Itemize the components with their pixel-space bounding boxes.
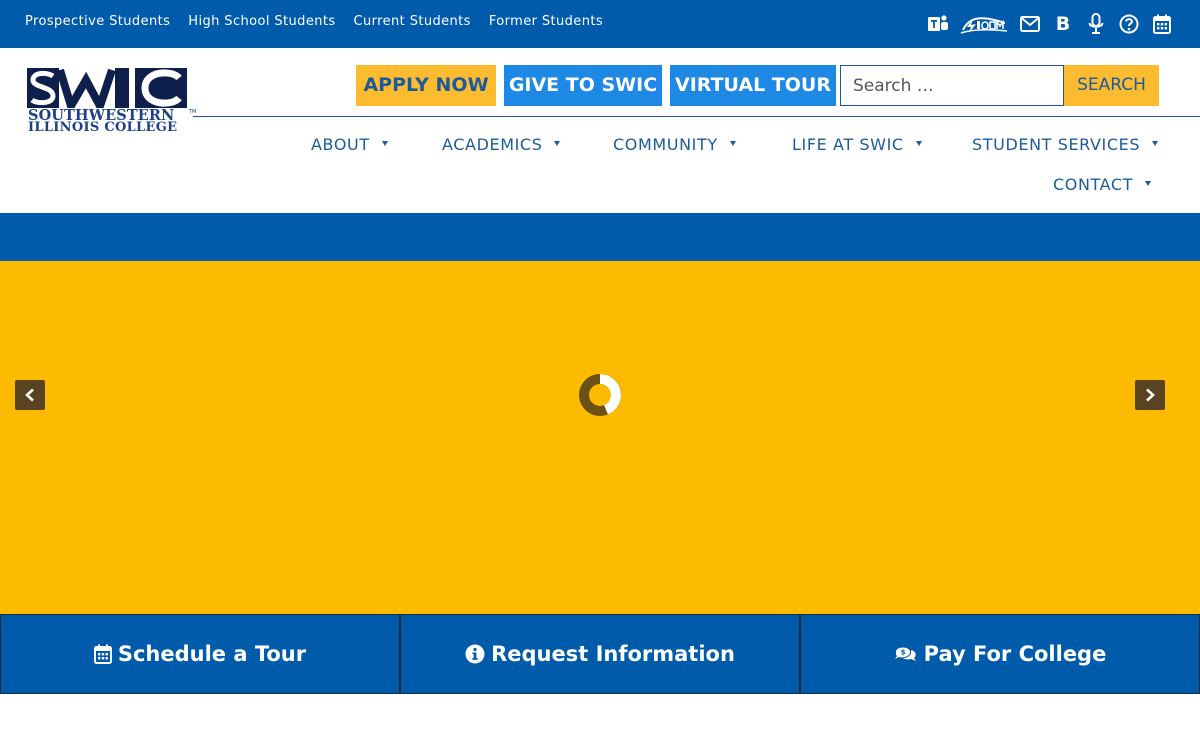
pay-for-college-button[interactable]: $ Pay For College [800, 614, 1200, 694]
current-students-link[interactable]: Current Students [354, 14, 471, 29]
give-to-swic-button[interactable]: GIVE TO SWIC [504, 65, 662, 106]
swic-logo[interactable]: SOUTHWESTERN TM ILLINOIS COLLEGE [27, 68, 197, 136]
calendar-icon [93, 644, 112, 664]
chevron-right-icon [1146, 388, 1155, 402]
chevron-down-icon [729, 141, 736, 146]
logo-text-illinois-college: ILLINOIS COLLEGE [28, 120, 178, 135]
help-icon[interactable] [1117, 12, 1141, 36]
quick-actions: Schedule a Tour Request Information $ Pa… [0, 614, 1200, 694]
high-school-students-link[interactable]: High School Students [188, 14, 335, 29]
nav-about[interactable]: ABOUT [311, 133, 388, 157]
chevron-down-icon [554, 141, 561, 146]
virtual-tour-button[interactable]: VIRTUAL TOUR [670, 65, 836, 106]
request-information-label: Request Information [491, 642, 735, 666]
chevron-down-icon [1152, 141, 1159, 146]
blackboard-icon[interactable]: B [1051, 12, 1075, 36]
slider-next-button[interactable] [1135, 380, 1165, 410]
utility-bar: Prospective Students High School Student… [0, 0, 1200, 48]
prospective-students-link[interactable]: Prospective Students [25, 14, 170, 29]
swic-logo-mark [27, 68, 187, 108]
search-button[interactable]: SEARCH [1064, 65, 1159, 106]
pay-for-college-label: Pay For College [923, 642, 1107, 666]
hero-slider [0, 261, 1200, 615]
nav-life-at-swic-label: LIFE AT SWIC [792, 135, 904, 154]
teams-icon[interactable] [926, 12, 950, 36]
blue-band [0, 213, 1200, 261]
site-header: SOUTHWESTERN TM ILLINOIS COLLEGE APPLY N… [0, 48, 1200, 213]
search-input[interactable] [840, 65, 1064, 106]
header-divider [193, 116, 1200, 117]
former-students-link[interactable]: Former Students [489, 14, 603, 29]
nav-about-label: ABOUT [311, 135, 370, 154]
chevron-down-icon [381, 141, 388, 146]
email-icon[interactable] [1018, 12, 1042, 36]
chevron-left-icon [25, 388, 34, 402]
audience-links: Prospective Students High School Student… [25, 14, 621, 29]
calendar-icon[interactable] [1150, 12, 1174, 36]
podcast-icon[interactable] [1084, 12, 1108, 36]
nav-contact[interactable]: CONTACT [1053, 173, 1152, 197]
svg-text:$: $ [900, 649, 905, 657]
logo-trademark: TM [189, 109, 197, 115]
info-icon [465, 644, 485, 664]
nav-student-services[interactable]: STUDENT SERVICES [972, 133, 1159, 157]
slider-prev-button[interactable] [15, 380, 45, 410]
nav-student-services-label: STUDENT SERVICES [972, 135, 1141, 154]
storm-icon[interactable] [959, 12, 1009, 36]
nav-community[interactable]: COMMUNITY [613, 133, 736, 157]
spinner-icon [579, 374, 621, 416]
nav-academics[interactable]: ACADEMICS [442, 133, 561, 157]
chevron-down-icon [1145, 181, 1152, 186]
nav-community-label: COMMUNITY [613, 135, 718, 154]
chevron-down-icon [915, 141, 922, 146]
apply-now-button[interactable]: APPLY NOW [356, 65, 496, 106]
schedule-tour-label: Schedule a Tour [117, 642, 307, 666]
money-chat-icon: $ [894, 644, 918, 664]
nav-academics-label: ACADEMICS [442, 135, 543, 154]
nav-life-at-swic[interactable]: LIFE AT SWIC [792, 133, 922, 157]
request-information-button[interactable]: Request Information [400, 614, 800, 694]
quick-tools: B [917, 12, 1174, 36]
nav-contact-label: CONTACT [1053, 175, 1134, 194]
schedule-tour-button[interactable]: Schedule a Tour [0, 614, 400, 694]
